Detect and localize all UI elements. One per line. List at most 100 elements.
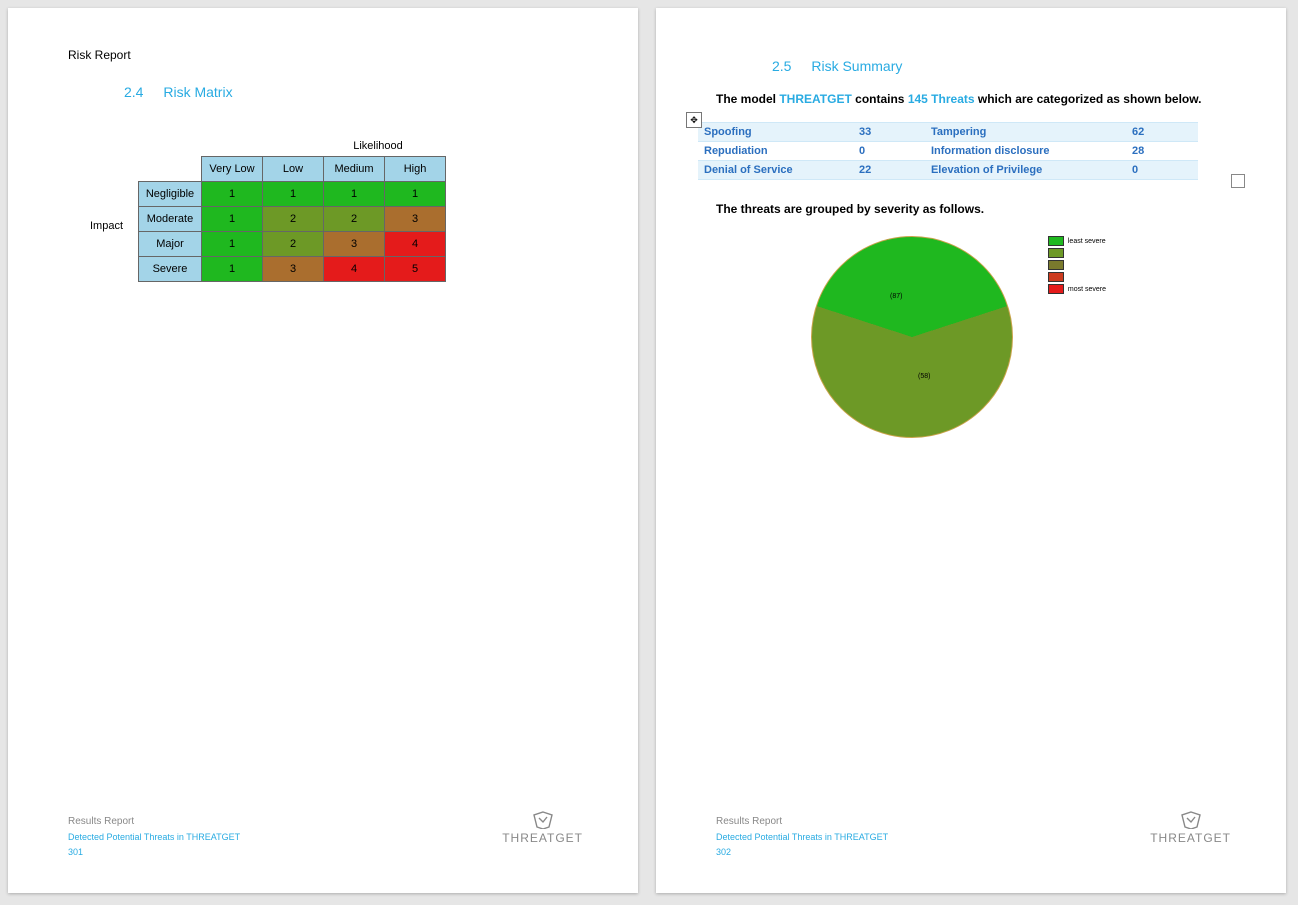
cat-value: 33 <box>853 123 925 142</box>
likelihood-label: Likelihood <box>238 140 518 152</box>
matrix-cell: 5 <box>385 257 446 282</box>
section-number: 2.4 <box>124 84 143 100</box>
row-header: Major <box>139 232 202 257</box>
risk-matrix: Likelihood Impact Very Low Low Medium Hi… <box>138 140 518 282</box>
cat-name: Information disclosure <box>925 142 1126 161</box>
cat-value: 22 <box>853 161 925 180</box>
impact-label: Impact <box>90 220 123 232</box>
risks-pie-chart: Risks least severemost severe (87)(58) <box>756 236 1176 438</box>
section-name: Risk Summary <box>811 58 902 74</box>
cat-value: 62 <box>1126 123 1198 142</box>
cat-value: 0 <box>1126 161 1198 180</box>
sentence-mid: contains <box>855 92 908 106</box>
section-number: 2.5 <box>772 58 791 74</box>
cat-name: Denial of Service <box>698 161 853 180</box>
category-table-wrap: ✥ Spoofing33Tampering62Repudiation0Infor… <box>698 122 1231 180</box>
row-header: Moderate <box>139 207 202 232</box>
category-row: Spoofing33Tampering62 <box>698 123 1198 142</box>
brand-text: THREATGET <box>502 831 583 845</box>
legend-label: least severe <box>1068 238 1106 245</box>
matrix-cell: 4 <box>324 257 385 282</box>
matrix-cell: 2 <box>324 207 385 232</box>
pie-graphic: (87) (58) <box>811 236 1013 438</box>
pie-slice-label: (87) <box>890 293 902 300</box>
matrix-cell: 1 <box>263 182 324 207</box>
matrix-cell: 4 <box>385 232 446 257</box>
group-sentence: The threats are grouped by severity as f… <box>716 202 1231 216</box>
section-name: Risk Matrix <box>163 84 232 100</box>
cat-name: Tampering <box>925 123 1126 142</box>
row-header: Severe <box>139 257 202 282</box>
footer-subtitle: Detected Potential Threats in THREATGET <box>68 830 240 844</box>
matrix-row: Major1234 <box>139 232 446 257</box>
col-low: Low <box>263 157 324 182</box>
page-header: Risk Report <box>68 48 583 62</box>
legend-row <box>1048 260 1106 270</box>
legend-swatch <box>1048 272 1064 282</box>
shield-icon <box>532 811 554 829</box>
shield-icon <box>1180 811 1202 829</box>
risk-matrix-table: Very Low Low Medium High Negligible1111M… <box>138 156 446 282</box>
col-very-low: Very Low <box>202 157 263 182</box>
cat-value: 0 <box>853 142 925 161</box>
sentence-suffix: which are categorized as shown below. <box>978 92 1202 106</box>
brand-logo: THREATGET <box>502 811 583 845</box>
page-footer: Results Report Detected Potential Threat… <box>716 814 888 859</box>
matrix-row: Severe1345 <box>139 257 446 282</box>
legend-row <box>1048 272 1106 282</box>
matrix-cell: 3 <box>324 232 385 257</box>
cat-name: Elevation of Privilege <box>925 161 1126 180</box>
category-table: Spoofing33Tampering62Repudiation0Informa… <box>698 122 1198 180</box>
matrix-cell: 2 <box>263 232 324 257</box>
sentence-count: 145 Threats <box>908 92 975 106</box>
section-title: 2.5 Risk Summary <box>772 58 1231 74</box>
row-header: Negligible <box>139 182 202 207</box>
matrix-cell: 3 <box>385 207 446 232</box>
move-handle-icon[interactable]: ✥ <box>686 112 702 128</box>
legend-row: least severe <box>1048 236 1106 246</box>
footer-title: Results Report <box>716 814 888 830</box>
matrix-cell: 3 <box>263 257 324 282</box>
matrix-row: Negligible1111 <box>139 182 446 207</box>
cat-name: Repudiation <box>698 142 853 161</box>
chart-legend: least severe most severe <box>1048 236 1106 296</box>
matrix-cell: 1 <box>202 232 263 257</box>
page-number: 301 <box>68 845 240 859</box>
page-left: Risk Report 2.4 Risk Matrix Likelihood I… <box>8 8 638 893</box>
sentence-prefix: The model <box>716 92 779 106</box>
col-high: High <box>385 157 446 182</box>
brand-text: THREATGET <box>1150 831 1231 845</box>
pie-slice-label: (58) <box>918 373 930 380</box>
matrix-cell: 1 <box>202 182 263 207</box>
matrix-cell: 1 <box>385 182 446 207</box>
matrix-header-row: Very Low Low Medium High <box>139 157 446 182</box>
matrix-cell: 1 <box>324 182 385 207</box>
cat-name: Spoofing <box>698 123 853 142</box>
matrix-cell: 1 <box>202 207 263 232</box>
resize-handle-icon[interactable] <box>1231 174 1245 188</box>
summary-sentence: The model THREATGET contains 145 Threats… <box>716 92 1231 106</box>
sentence-brand: THREATGET <box>779 92 851 106</box>
footer-title: Results Report <box>68 814 240 830</box>
matrix-cell: 2 <box>263 207 324 232</box>
legend-row: most severe <box>1048 284 1106 294</box>
col-medium: Medium <box>324 157 385 182</box>
category-row: Repudiation0Information disclosure28 <box>698 142 1198 161</box>
matrix-cell: 1 <box>202 257 263 282</box>
section-title: 2.4 Risk Matrix <box>124 84 583 100</box>
page-number: 302 <box>716 845 888 859</box>
legend-swatch <box>1048 236 1064 246</box>
matrix-corner <box>139 157 202 182</box>
legend-row <box>1048 248 1106 258</box>
matrix-row: Moderate1223 <box>139 207 446 232</box>
cat-value: 28 <box>1126 142 1198 161</box>
legend-label: most severe <box>1068 286 1106 293</box>
legend-swatch <box>1048 260 1064 270</box>
brand-logo: THREATGET <box>1150 811 1231 845</box>
category-row: Denial of Service22Elevation of Privileg… <box>698 161 1198 180</box>
legend-swatch <box>1048 284 1064 294</box>
page-footer: Results Report Detected Potential Threat… <box>68 814 240 859</box>
footer-subtitle: Detected Potential Threats in THREATGET <box>716 830 888 844</box>
page-right: 2.5 Risk Summary The model THREATGET con… <box>656 8 1286 893</box>
legend-swatch <box>1048 248 1064 258</box>
